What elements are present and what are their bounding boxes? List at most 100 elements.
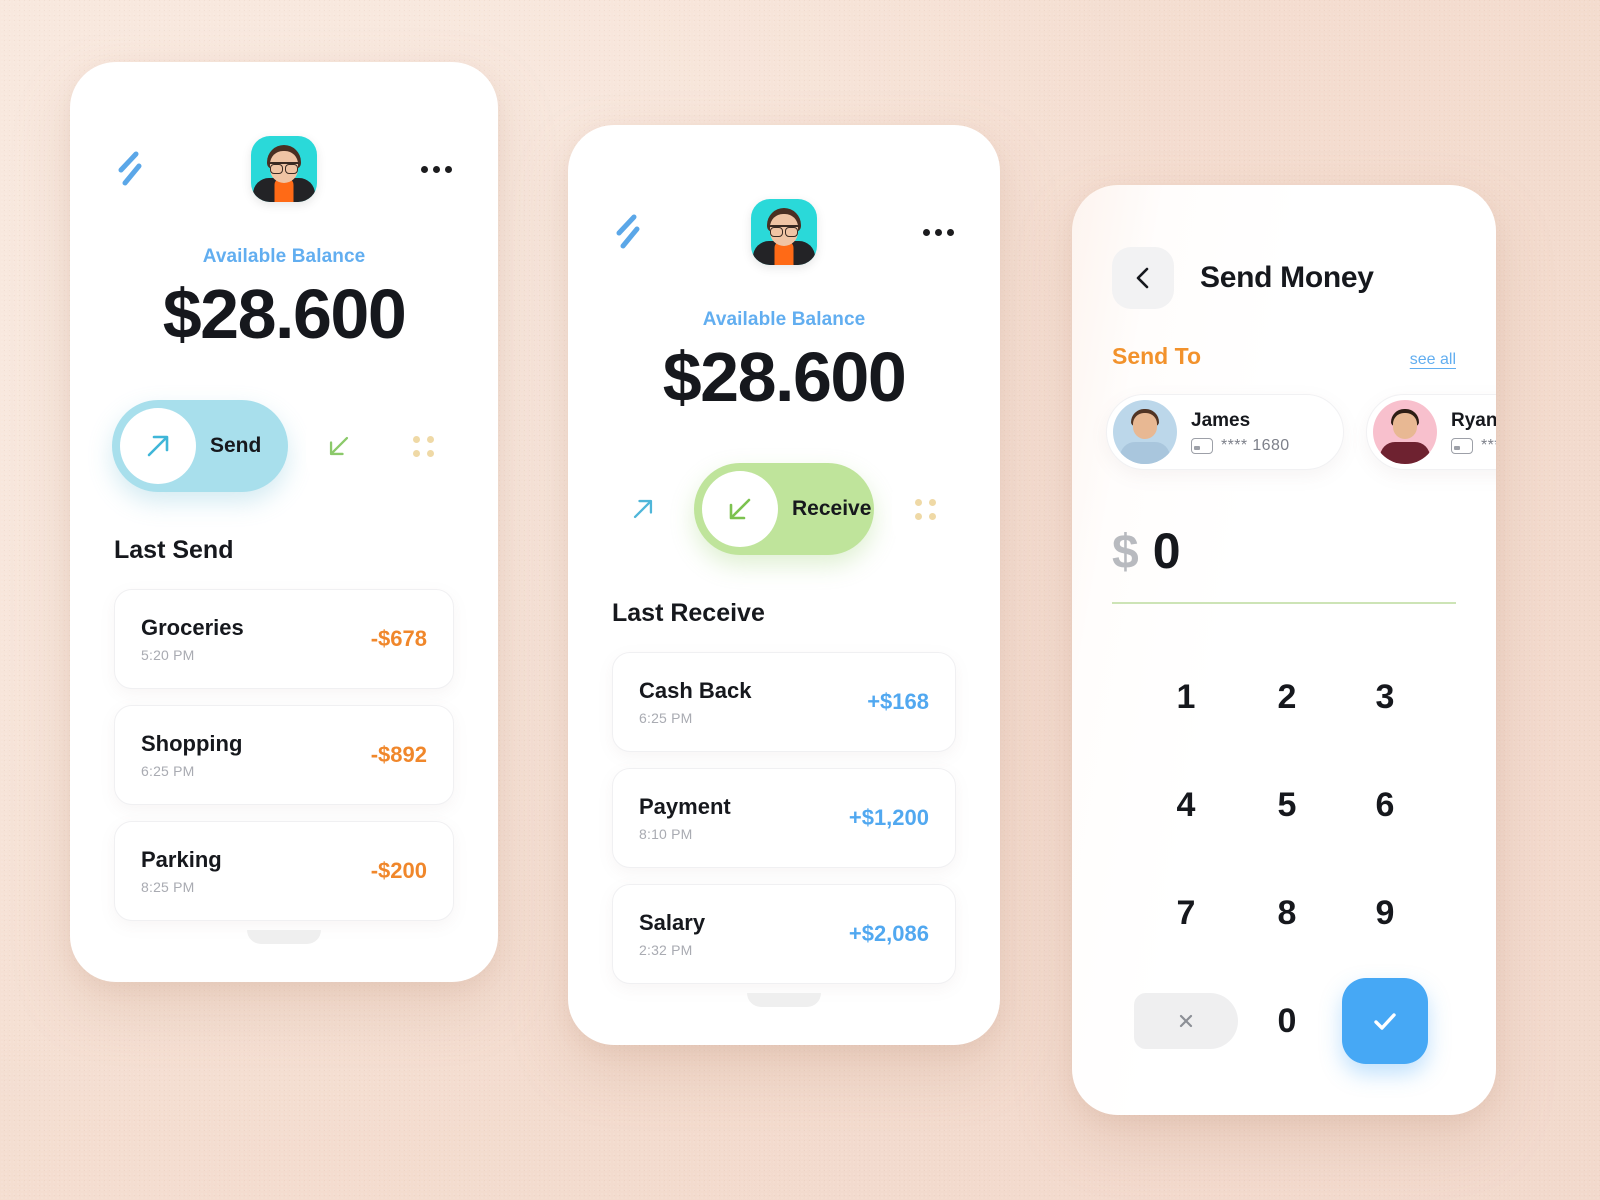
send-action-row: Send [70,400,498,492]
transaction-name: Payment [639,794,731,819]
more-options-button[interactable] [892,463,958,555]
receive-button-label: Receive [792,497,872,520]
arrow-up-right-icon [147,435,169,457]
key-delete-cell [1134,976,1238,1066]
send-button[interactable]: Send [112,400,288,492]
contact-name: James [1191,409,1251,431]
key-5[interactable]: 5 [1238,760,1336,850]
send-app-header [70,62,498,202]
confirm-button[interactable] [1342,978,1428,1064]
numeric-keypad: 1 2 3 4 5 6 7 8 9 0 [1072,604,1496,1066]
receive-transaction-list: Cash Back 6:25 PM +$168 Payment 8:10 PM … [568,652,1000,984]
key-3[interactable]: 3 [1336,652,1434,742]
double-slash-logo-icon[interactable] [114,149,148,189]
avatar-face [1133,413,1157,439]
chevron-left-icon [1136,267,1149,289]
list-item[interactable]: James **** 1680 [1106,394,1344,470]
contact-name: Ryan [1451,409,1496,431]
send-to-label: Send To [1112,343,1202,369]
phone-screen-send: Available Balance $28.600 Send Last Send… [70,62,498,982]
home-indicator[interactable] [747,993,821,1007]
contact-card-number: **** 7689 [1451,437,1496,455]
list-item[interactable]: Ryan **** 7689 [1366,394,1496,470]
balance-label: Available Balance [702,309,866,330]
key-2[interactable]: 2 [1238,652,1336,742]
receive-action-row: Receive [568,463,1000,555]
user-avatar[interactable] [750,199,817,265]
key-8[interactable]: 8 [1238,868,1336,958]
key-6[interactable]: 6 [1336,760,1434,850]
transaction-time: 8:25 PM [141,879,195,895]
transaction-amount: -$892 [370,742,427,767]
contact-card-number: **** 1680 [1191,437,1290,455]
transaction-amount: -$678 [370,626,427,651]
user-avatar[interactable] [250,136,317,202]
send-button[interactable] [610,463,676,555]
currency-symbol: $ [1112,526,1139,579]
arrow-down-left-icon [329,436,349,456]
last-receive-title: Last Receive [612,599,765,627]
transaction-time: 6:25 PM [141,763,195,779]
key-confirm-cell [1336,976,1434,1066]
card-number-text: **** 1680 [1221,436,1290,454]
arrow-up-right-icon [633,499,653,519]
transaction-name: Salary [639,910,706,935]
amount-line: $ 0 [1112,522,1456,604]
contact-list[interactable]: James **** 1680 Ryan **** 7689 [1072,370,1496,470]
delete-key[interactable] [1134,993,1238,1049]
key-4[interactable]: 4 [1134,760,1238,850]
last-send-title: Last Send [114,536,234,564]
more-horizontal-icon[interactable] [921,219,956,246]
key-0[interactable]: 0 [1238,976,1336,1066]
send-button-label: Send [210,434,262,457]
receive-button[interactable]: Receive [694,463,874,555]
more-horizontal-icon[interactable] [419,156,454,183]
table-row[interactable]: Groceries 5:20 PM -$678 [114,589,454,689]
send-transaction-list: Groceries 5:20 PM -$678 Shopping 6:25 PM… [70,589,498,921]
phone-screen-send-money: Send Money Send To see all James **** 16… [1072,185,1496,1115]
page-title: Send Money [1200,261,1374,294]
transaction-time: 5:20 PM [141,647,195,663]
avatar-glasses-icon [768,225,799,237]
transaction-amount: +$2,086 [848,921,929,946]
avatar-body [1120,442,1170,464]
send-button-knob [120,408,196,484]
transaction-amount: -$200 [370,858,427,883]
back-button[interactable] [1112,247,1174,309]
credit-card-icon [1451,437,1473,454]
key-7[interactable]: 7 [1134,868,1238,958]
transaction-time: 2:32 PM [639,942,693,958]
avatar-glasses-icon [268,162,299,174]
transaction-name: Groceries [141,615,244,640]
transaction-name: Parking [141,847,222,872]
receive-button[interactable] [306,400,372,492]
phone-screen-receive: Available Balance $28.600 Receive Last R… [568,125,1000,1045]
receive-button-knob [702,471,778,547]
balance-amount: $28.600 [162,275,407,353]
balance-label: Available Balance [202,246,366,267]
check-icon [1374,1013,1396,1030]
double-slash-logo-icon[interactable] [612,212,646,252]
table-row[interactable]: Parking 8:25 PM -$200 [114,821,454,921]
transaction-amount: +$1,200 [848,805,929,830]
grid-dots-icon [914,498,936,520]
send-money-header: Send Money [1072,185,1496,309]
send-to-row: Send To see all [1072,309,1496,370]
key-9[interactable]: 9 [1336,868,1434,958]
home-indicator[interactable] [247,930,321,944]
transaction-time: 6:25 PM [639,710,693,726]
table-row[interactable]: Cash Back 6:25 PM +$168 [612,652,956,752]
avatar [1373,400,1437,464]
table-row[interactable]: Payment 8:10 PM +$1,200 [612,768,956,868]
transaction-name: Cash Back [639,678,752,703]
avatar [1113,400,1177,464]
card-number-text: **** 7689 [1481,436,1496,454]
table-row[interactable]: Salary 2:32 PM +$2,086 [612,884,956,984]
key-1[interactable]: 1 [1134,652,1238,742]
amount-input-field[interactable]: $ 0 [1072,470,1496,604]
more-options-button[interactable] [390,400,456,492]
see-all-link[interactable]: see all [1410,351,1456,369]
table-row[interactable]: Shopping 6:25 PM -$892 [114,705,454,805]
avatar-body [1380,442,1430,464]
amount-value: 0 [1152,523,1181,579]
